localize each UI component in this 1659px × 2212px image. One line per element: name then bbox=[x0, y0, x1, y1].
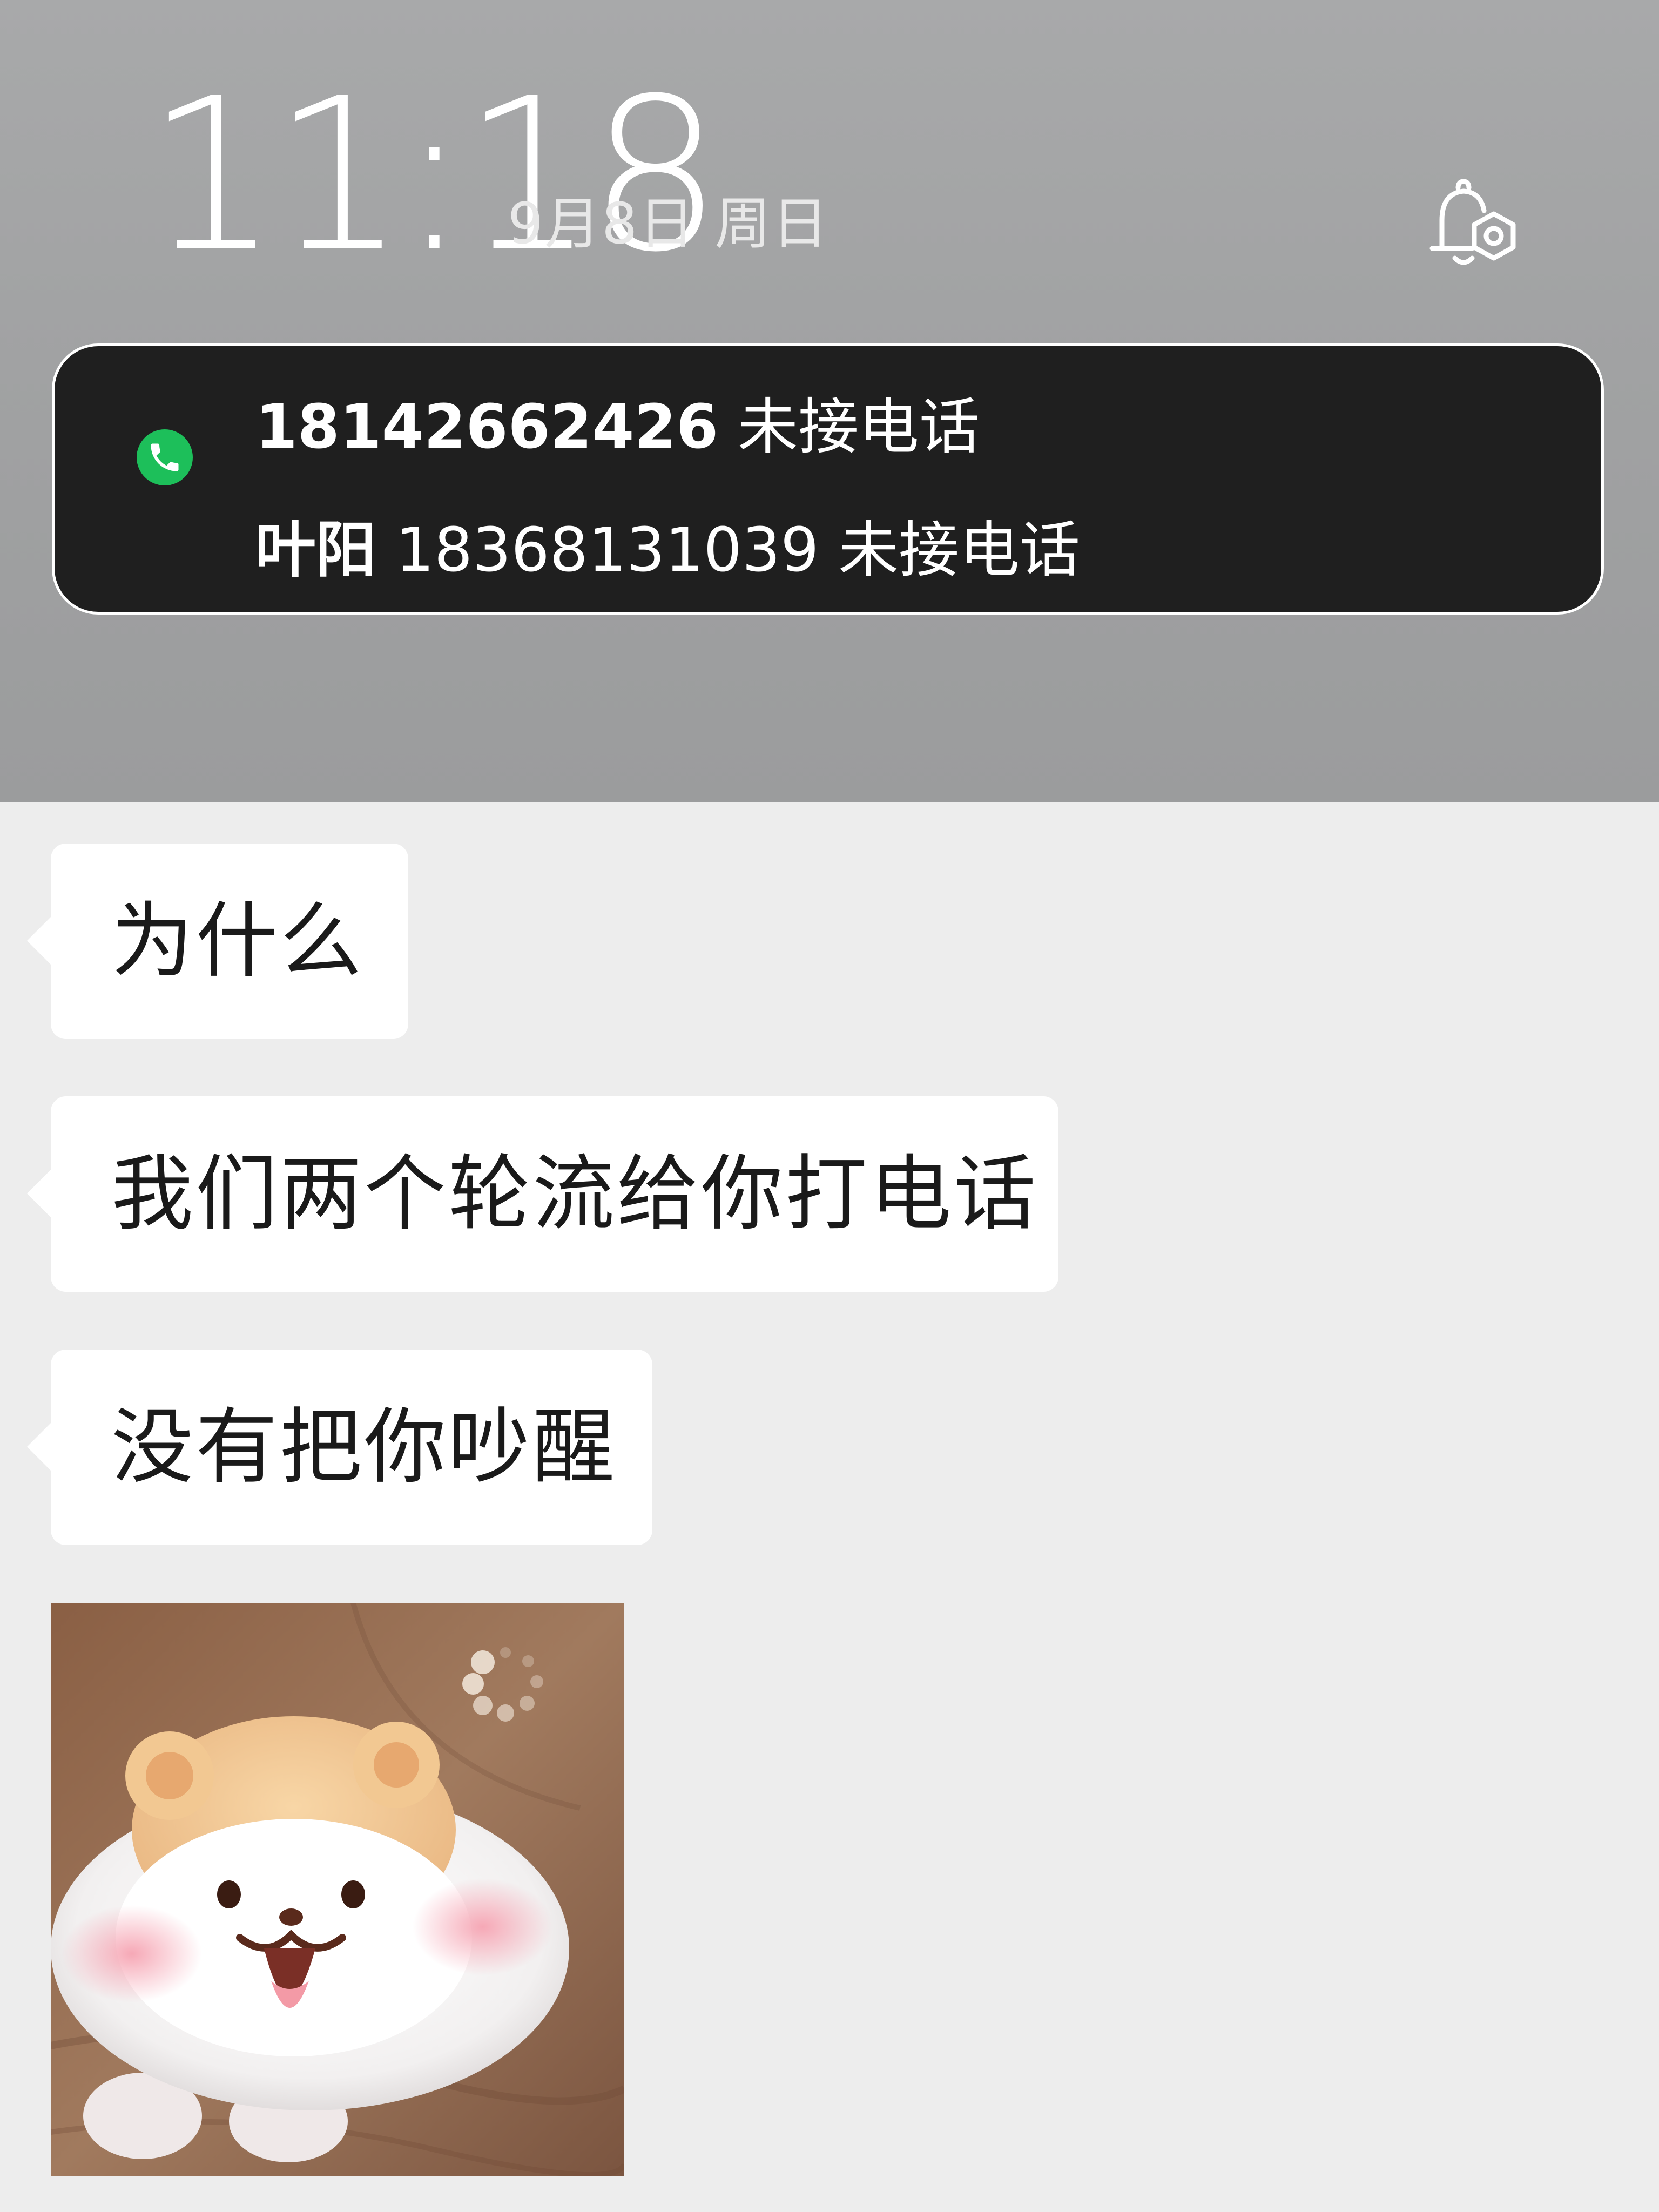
hamster-sticker[interactable] bbox=[51, 1603, 624, 2176]
message-bubble[interactable]: 没有把你吵醒 bbox=[27, 1350, 652, 1545]
lock-date: 9月8日 周日 bbox=[508, 191, 830, 257]
chat-area[interactable]: 为什么 我们两个轮流给你打电话 没有把你吵醒 bbox=[0, 802, 1659, 2212]
call-status-2: 未接电话 bbox=[838, 515, 1081, 585]
missed-call-notification[interactable]: 18142662426 未接电话 叶阳 18368131039 未接电话 bbox=[52, 343, 1604, 615]
phone-icon bbox=[137, 429, 193, 485]
lock-screen-overlay: 11:18 9月8日 周日 18142662426 未接电话 叶阳 183681… bbox=[0, 0, 1659, 802]
message-bubble[interactable]: 我们两个轮流给你打电话 bbox=[27, 1096, 1058, 1292]
message-text: 为什么 bbox=[111, 893, 364, 989]
notification-line-1: 18142662426 未接电话 bbox=[255, 397, 980, 457]
message-text: 我们两个轮流给你打电话 bbox=[111, 1146, 1038, 1242]
notification-line-2: 叶阳 18368131039 未接电话 bbox=[255, 520, 1080, 581]
message-bubble[interactable]: 为什么 bbox=[27, 844, 408, 1039]
caller-number-2: 18368131039 bbox=[395, 515, 819, 585]
caller-number-1: 18142662426 bbox=[255, 392, 719, 462]
caller-name-2: 叶阳 bbox=[255, 515, 376, 585]
call-status-1: 未接电话 bbox=[737, 392, 980, 462]
bell-settings-icon[interactable] bbox=[1420, 172, 1523, 274]
message-text: 没有把你吵醒 bbox=[111, 1399, 617, 1495]
